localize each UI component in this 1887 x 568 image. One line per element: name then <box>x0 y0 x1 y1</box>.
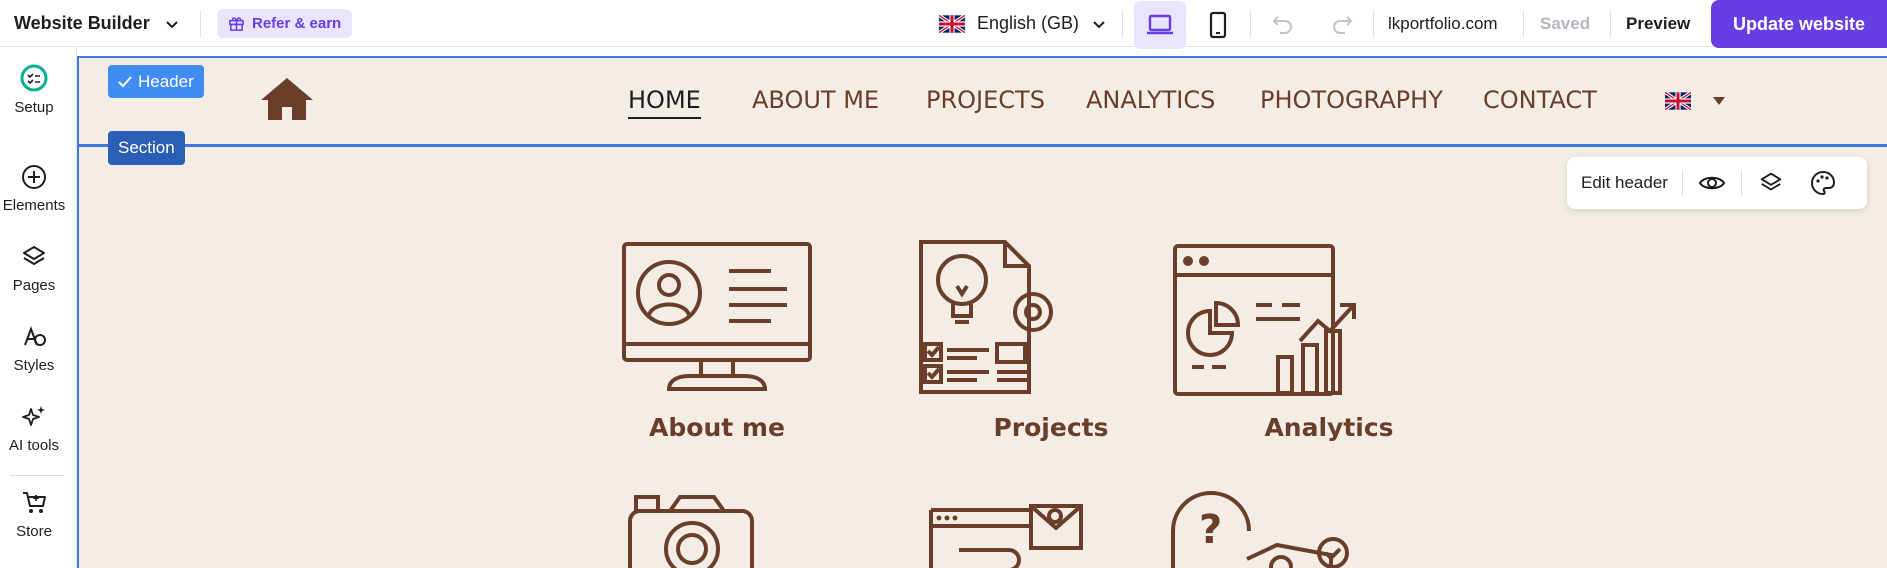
sidebar-item-styles[interactable]: Styles <box>0 323 68 374</box>
chevron-down-icon <box>165 20 178 28</box>
styles-icon <box>24 326 46 346</box>
palette-icon <box>1811 170 1835 196</box>
setup-checklist-icon <box>20 64 48 92</box>
nav-home[interactable]: HOME <box>628 86 701 119</box>
tile-analytics[interactable]: Analytics <box>1209 413 1449 442</box>
update-website-button[interactable]: Update website <box>1711 0 1887 48</box>
sidebar-divider <box>10 475 64 476</box>
sparkles-icon <box>22 406 45 426</box>
divider <box>1373 11 1374 37</box>
plus-circle-icon <box>22 165 46 189</box>
gift-icon <box>229 17 244 31</box>
sidebar-item-elements[interactable]: Elements <box>0 163 68 214</box>
svg-text:?: ? <box>1199 507 1222 553</box>
sidebar-item-pages[interactable]: Pages <box>0 243 68 294</box>
mobile-view-button[interactable] <box>1192 1 1244 49</box>
uk-flag-icon <box>939 14 965 33</box>
refer-label: Refer & earn <box>252 15 342 32</box>
cart-icon <box>23 492 46 513</box>
divider <box>1681 170 1683 196</box>
uk-flag-icon[interactable] <box>1665 92 1691 110</box>
section-badge-label: Section <box>118 138 175 157</box>
sidebar-item-label: Store <box>16 523 52 540</box>
redo-button[interactable] <box>1322 0 1362 47</box>
desktop-view-button[interactable] <box>1134 1 1186 49</box>
eye-icon <box>1698 176 1726 190</box>
divider <box>1523 11 1524 37</box>
sidebar-item-label: Styles <box>13 357 55 374</box>
chevron-down-icon <box>1093 20 1105 28</box>
layers-button[interactable] <box>1756 168 1786 198</box>
sidebar-item-setup[interactable]: Setup <box>0 63 68 116</box>
nav-about-me[interactable]: ABOUT ME <box>752 86 879 114</box>
layers-icon <box>1760 172 1782 191</box>
editor-canvas[interactable]: HOME ABOUT ME PROJECTS ANALYTICS PHOTOGR… <box>77 56 1887 568</box>
nav-contact[interactable]: CONTACT <box>1483 86 1597 114</box>
tile-projects[interactable]: Projects <box>931 413 1171 442</box>
website-builder-menu[interactable]: Website Builder <box>14 0 180 47</box>
analytics-dashboard-icon[interactable] <box>1172 243 1378 397</box>
section-badge[interactable]: Section <box>108 131 185 165</box>
sidebar-item-store[interactable]: Store <box>0 489 68 540</box>
site-header[interactable]: HOME ABOUT ME PROJECTS ANALYTICS PHOTOGR… <box>79 58 1887 147</box>
sidebar-item-label: Setup <box>14 99 54 116</box>
language-label: English (GB) <box>977 13 1080 33</box>
laptop-icon <box>1147 14 1173 35</box>
sidebar-item-label: AI tools <box>8 437 60 454</box>
layers-icon <box>23 246 45 265</box>
sidebar-item-label: Elements <box>2 197 66 214</box>
palette-button[interactable] <box>1808 168 1838 198</box>
edit-header-button[interactable]: Edit header <box>1581 173 1668 193</box>
top-bar: Website Builder Refer & earn English (GB… <box>0 0 1887 49</box>
refer-earn-button[interactable]: Refer & earn <box>217 9 353 38</box>
divider <box>1122 11 1123 37</box>
tile-about-me[interactable]: About me <box>597 413 837 442</box>
project-idea-icon[interactable] <box>915 238 1067 398</box>
visibility-button[interactable] <box>1697 168 1727 198</box>
preview-button[interactable]: Preview <box>1626 0 1690 47</box>
check-icon <box>118 75 132 87</box>
mobile-icon <box>1209 11 1227 39</box>
sidebar-item-label: Pages <box>12 277 56 294</box>
saved-status: Saved <box>1540 13 1591 33</box>
divider <box>1610 11 1611 37</box>
nav-photography[interactable]: PHOTOGRAPHY <box>1260 86 1443 114</box>
faq-security-icon[interactable]: ? <box>1171 491 1351 568</box>
left-sidebar: Setup Elements Pages Styles AI tools Sto… <box>0 47 77 568</box>
header-badge[interactable]: Header <box>108 65 204 98</box>
brand-title: Website Builder <box>14 13 150 33</box>
home-logo-icon[interactable] <box>259 76 315 122</box>
divider <box>1250 11 1251 37</box>
domain-link[interactable]: lkportfolio.com <box>1388 0 1498 47</box>
undo-icon <box>1272 15 1292 34</box>
sidebar-item-ai-tools[interactable]: AI tools <box>0 403 68 454</box>
language-caret-icon[interactable] <box>1713 97 1725 105</box>
redo-icon <box>1333 15 1353 34</box>
undo-button[interactable] <box>1263 0 1303 47</box>
nav-projects[interactable]: PROJECTS <box>926 86 1045 114</box>
edit-header-toolbar: Edit header <box>1567 157 1867 209</box>
camera-icon[interactable] <box>626 493 756 568</box>
web-contact-icon[interactable] <box>929 496 1085 568</box>
language-selector[interactable]: English (GB) <box>939 0 1107 47</box>
nav-analytics[interactable]: ANALYTICS <box>1086 86 1215 114</box>
divider <box>1740 170 1742 196</box>
header-badge-label: Header <box>138 71 194 91</box>
monitor-profile-icon[interactable] <box>621 241 813 397</box>
divider <box>200 11 201 37</box>
